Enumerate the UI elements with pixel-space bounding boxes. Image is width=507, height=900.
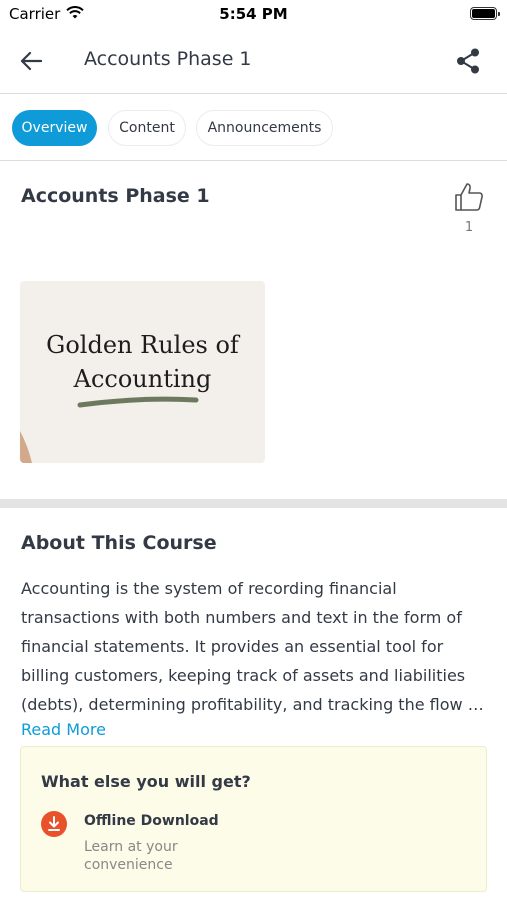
course-thumbnail[interactable]: Golden Rules of Accounting <box>20 281 265 463</box>
extras-card: What else you will get? Offline Download… <box>20 746 487 892</box>
thumbnail-text: Accounting <box>73 365 212 393</box>
share-button[interactable] <box>451 44 485 78</box>
thumbnail-text: Golden Rules of <box>46 331 239 359</box>
tab-content[interactable]: Content <box>108 110 186 146</box>
navigation-bar: Accounts Phase 1 <box>0 28 507 94</box>
like-count: 1 <box>464 220 474 235</box>
tab-label: Content <box>119 120 175 136</box>
tab-overview[interactable]: Overview <box>12 110 97 146</box>
share-icon <box>457 48 479 74</box>
thumbs-up-icon <box>455 183 483 211</box>
offline-download-title: Offline Download <box>84 813 219 829</box>
arrow-left-icon <box>20 51 42 71</box>
status-time: 5:54 PM <box>219 5 288 23</box>
tab-bar: Overview Content Announcements <box>0 95 507 161</box>
page-title: Accounts Phase 1 <box>84 48 252 70</box>
status-bar: Carrier 5:54 PM <box>0 0 507 28</box>
download-icon <box>41 811 67 837</box>
section-divider <box>0 499 507 508</box>
offline-download-subtitle: Learn at your convenience <box>84 839 178 873</box>
course-title: Accounts Phase 1 <box>21 185 210 207</box>
like-button[interactable] <box>449 179 489 215</box>
about-heading: About This Course <box>21 532 217 554</box>
extras-heading: What else you will get? <box>41 772 251 791</box>
battery-icon <box>470 7 500 20</box>
tab-announcements[interactable]: Announcements <box>196 110 333 146</box>
tab-label: Announcements <box>207 120 322 136</box>
read-more-link[interactable]: Read More <box>21 720 106 739</box>
about-description: Accounting is the system of recording fi… <box>21 579 484 714</box>
tab-label: Overview <box>21 120 88 136</box>
back-button[interactable] <box>14 44 48 78</box>
